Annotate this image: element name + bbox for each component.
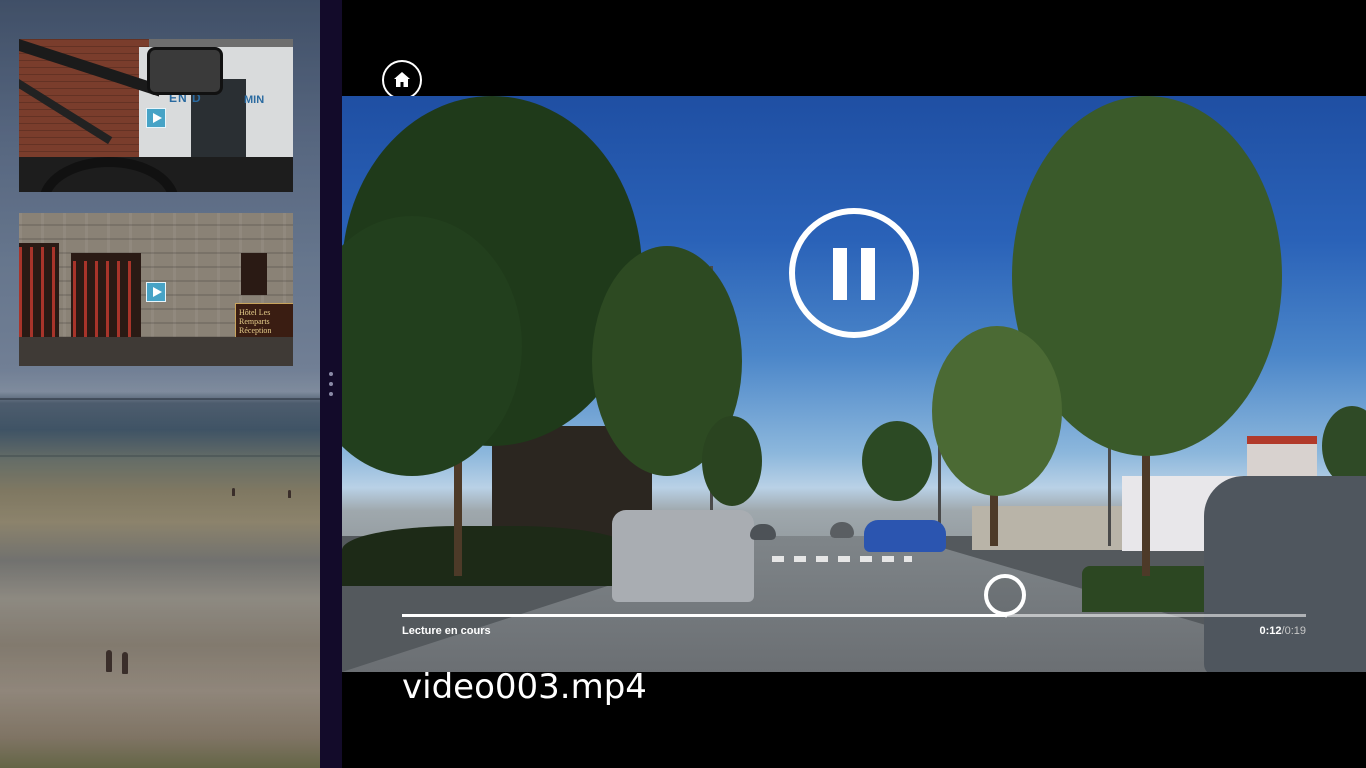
window (241, 253, 267, 295)
horizon-line (0, 398, 320, 400)
play-icon (146, 282, 166, 302)
seek-bar-progress (402, 614, 1005, 617)
video-player: Lecture en cours 0:12/0:19 video003.mp4 (342, 0, 1366, 768)
pause-icon-bar (861, 248, 875, 300)
playlist-item-video-2[interactable]: Hôtel Les Remparts Réception (19, 213, 293, 366)
seek-bar[interactable] (402, 574, 1306, 618)
hedge (342, 526, 632, 586)
scene-car-blue (864, 520, 946, 552)
beach-walker (288, 490, 291, 498)
garage-sign: MIN (244, 94, 265, 106)
play-icon (146, 108, 166, 128)
tree-foliage (702, 416, 762, 506)
splitter-grip-dot (329, 382, 333, 386)
beach-walker (232, 488, 235, 496)
splitter-grip-dot (329, 372, 333, 376)
crosswalk (772, 556, 912, 562)
time-display: 0:12/0:19 (1259, 625, 1306, 637)
video-title: video003.mp4 (402, 667, 647, 707)
pause-icon-bar (833, 248, 847, 300)
beach-walker (122, 652, 128, 674)
scene-car-parked (1204, 476, 1366, 672)
seek-thumb[interactable] (983, 574, 1026, 618)
scene-car (750, 524, 776, 540)
beach-walker (106, 650, 112, 672)
splitter-grip-dot (329, 392, 333, 396)
app-window: EN D MIN Hôtel Les Remparts Réception Le… (0, 0, 1366, 768)
snapped-app-pane: EN D MIN Hôtel Les Remparts Réception (0, 0, 320, 768)
tree-foliage (862, 421, 932, 501)
tree-foliage (1322, 406, 1366, 486)
snap-splitter[interactable] (320, 0, 342, 768)
tree-foliage (932, 326, 1062, 496)
scene-car (830, 522, 854, 538)
playlist-item-video-1[interactable]: EN D MIN (19, 39, 293, 192)
window-bars (73, 261, 139, 347)
time-current: 0:12 (1259, 625, 1282, 637)
window-bars (19, 247, 55, 342)
pause-button[interactable] (789, 208, 919, 338)
time-total-value: 0:19 (1284, 625, 1306, 637)
thumbnail-shadow (19, 337, 293, 366)
time-total: /0:19 (1282, 625, 1306, 637)
home-icon (394, 72, 410, 87)
home-button[interactable] (382, 60, 422, 100)
scene-car-silver (612, 510, 754, 602)
video-surface[interactable]: Lecture en cours 0:12/0:19 (342, 96, 1366, 672)
rear-view-mirror (147, 47, 223, 95)
playback-status: Lecture en cours (402, 625, 491, 637)
hotel-sign-text: Hôtel Les Remparts Réception (239, 308, 272, 335)
shore-line (0, 455, 320, 457)
